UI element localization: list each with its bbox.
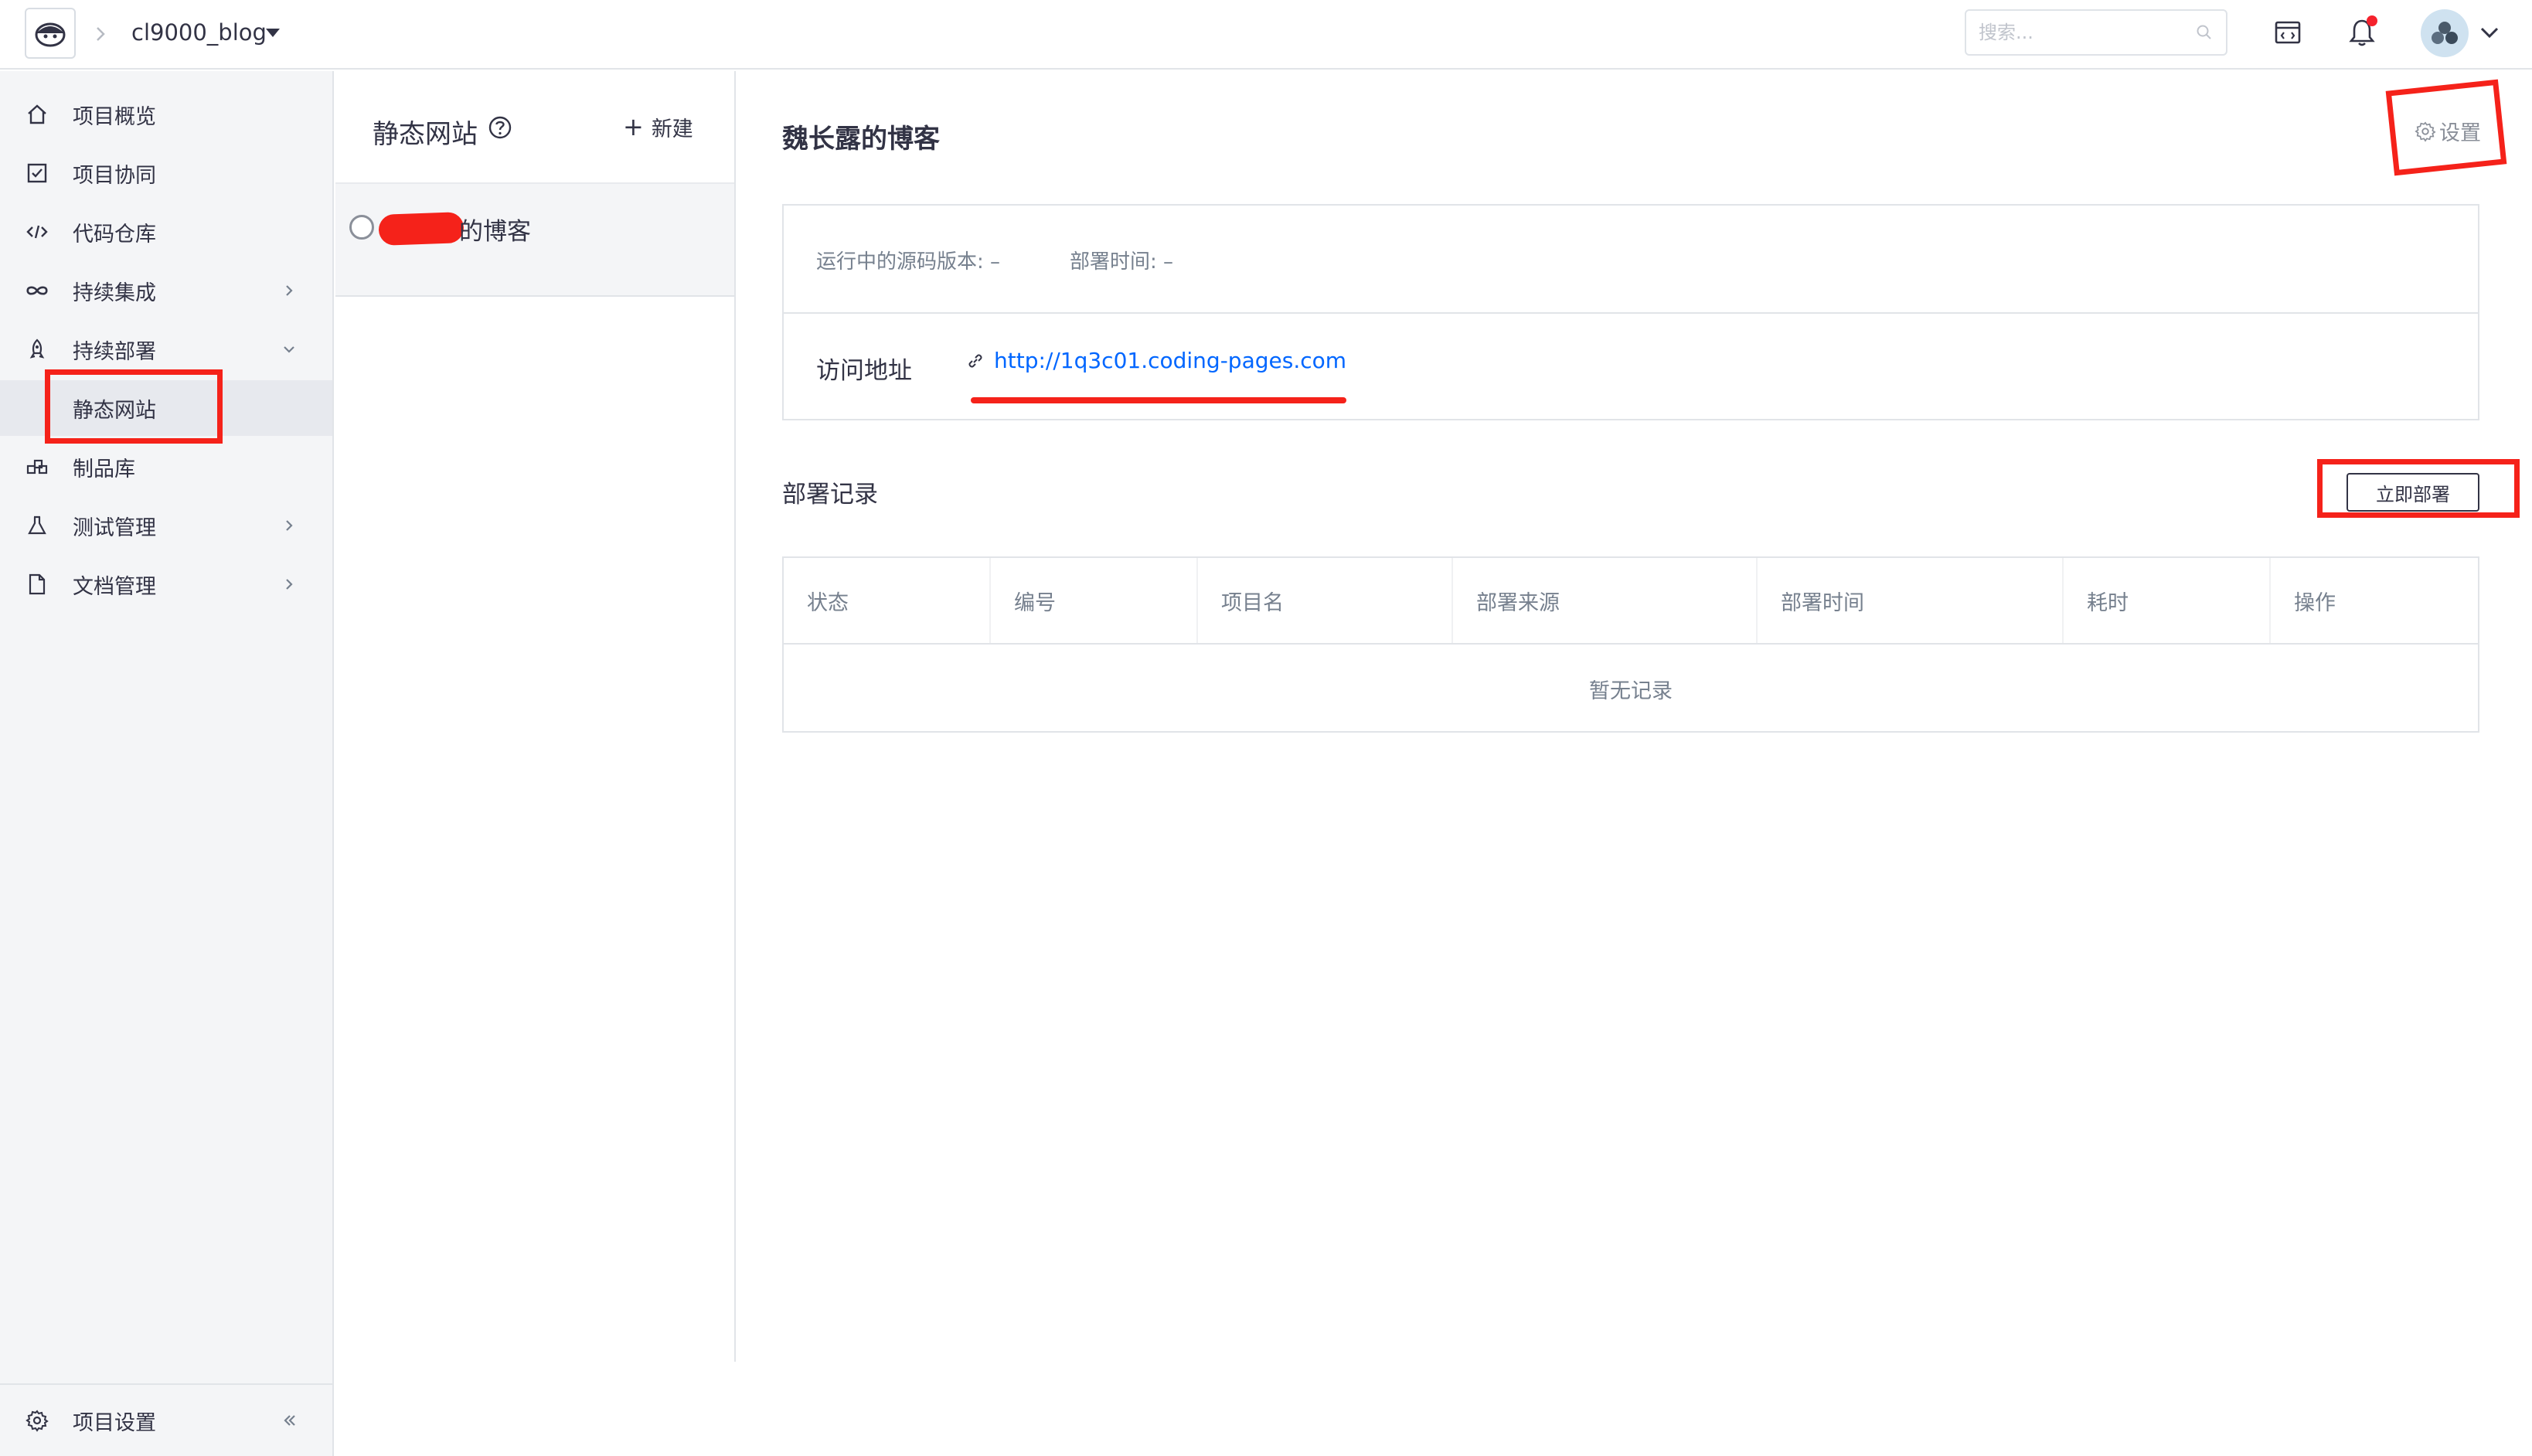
column-header: 项目名	[1198, 558, 1453, 643]
page-title: 魏长露的博客	[782, 124, 940, 155]
main-content: 魏长露的博客 设置 运行中的源码版本: – 部署时间: – 访问地址 http:…	[737, 71, 2532, 1456]
nav-bottom: 项目设置	[0, 1383, 332, 1456]
left-nav: 项目概览 项目协同 代码仓库 持续集成 持续部署 静态网站 制品库 测试管理 文…	[0, 71, 334, 1456]
nav-item-overview[interactable]: 项目概览	[0, 87, 332, 142]
caret-down-icon[interactable]	[264, 26, 281, 39]
help-icon[interactable]	[487, 114, 513, 141]
site-info-card: 运行中的源码版本: – 部署时间: – 访问地址 http://1q3c01.c…	[782, 204, 2479, 420]
nav-label: 静态网站	[73, 398, 156, 423]
column-header: 部署时间	[1758, 558, 2064, 643]
link-icon	[968, 354, 982, 367]
file-icon	[25, 572, 49, 597]
site-url-text: http://1q3c01.coding-pages.com	[994, 348, 1347, 373]
logo-icon	[35, 22, 66, 47]
nav-label: 测试管理	[73, 515, 156, 540]
column-header: 操作	[2294, 590, 2336, 615]
workspace-icon	[2275, 21, 2301, 44]
nav-label: 制品库	[73, 457, 135, 481]
search-box[interactable]	[1965, 9, 2227, 56]
column-header: 编号	[991, 558, 1198, 643]
code-icon	[25, 219, 49, 244]
address-label: 访问地址	[816, 357, 912, 385]
infinity-icon	[25, 278, 49, 303]
home-icon	[25, 102, 49, 127]
nav-label: 代码仓库	[73, 222, 156, 247]
rocket-icon	[25, 337, 49, 362]
nav-item-cd[interactable]: 持续部署	[0, 321, 332, 377]
nav-label: 项目设置	[73, 1410, 156, 1435]
app-root: cl9000_blog 搜索... 项目概览 项目协同 代码仓库 持续集成 持续…	[0, 0, 2532, 1456]
nav-item-collaboration[interactable]: 项目协同	[0, 145, 332, 201]
notification-button[interactable]	[2343, 14, 2381, 51]
workspace-button[interactable]	[2269, 14, 2306, 51]
annotation-underline	[971, 397, 1346, 403]
nav-item-static-site[interactable]: 静态网站	[0, 380, 332, 436]
new-site-label: 新建	[651, 117, 693, 141]
source-version-label: 运行中的源码版本:	[816, 250, 984, 274]
gear-icon	[25, 1408, 49, 1433]
nav-label: 项目概览	[73, 104, 156, 129]
coding-logo[interactable]	[25, 8, 76, 59]
search-icon[interactable]	[2195, 23, 2214, 42]
breadcrumb-separator-icon	[97, 27, 105, 41]
chevron-right-icon	[286, 285, 293, 296]
gear-icon	[2415, 121, 2436, 142]
column-header: 耗时	[2064, 558, 2271, 643]
checkbox-icon	[25, 161, 49, 185]
deploy-time-label: 部署时间:	[1070, 250, 1157, 274]
address-row: 访问地址 http://1q3c01.coding-pages.com	[784, 315, 2478, 420]
deploy-time-value: –	[1163, 250, 1174, 274]
table-header: 状态 编号 项目名 部署来源 部署时间 耗时 操作	[784, 558, 2478, 645]
site-url-link[interactable]: http://1q3c01.coding-pages.com	[966, 348, 1346, 373]
new-site-button[interactable]: + 新建	[623, 111, 693, 142]
column-header: 状态	[784, 558, 991, 643]
empty-state: 暂无记录	[1589, 679, 1673, 703]
nav-item-artifacts[interactable]: 制品库	[0, 439, 332, 495]
top-bar: cl9000_blog	[0, 0, 2532, 70]
nav-label: 持续部署	[73, 339, 156, 364]
package-icon	[25, 454, 49, 479]
notification-dot	[2367, 15, 2377, 26]
site-name: 的博客	[459, 218, 531, 246]
chevron-right-icon	[286, 579, 293, 590]
settings-button[interactable]: 设置	[2415, 116, 2481, 146]
deploy-time: 部署时间: –	[1070, 246, 1173, 274]
source-version: 运行中的源码版本: –	[816, 246, 1000, 274]
chevron-down-icon[interactable]	[2479, 25, 2500, 40]
avatar[interactable]	[2421, 9, 2469, 57]
nav-item-project-settings[interactable]: 项目设置	[0, 1393, 332, 1448]
nav-label: 文档管理	[73, 574, 156, 599]
site-radio[interactable]	[349, 215, 374, 240]
nav-item-code-repo[interactable]: 代码仓库	[0, 204, 332, 260]
avatar-image-icon	[2432, 22, 2458, 44]
settings-label: 设置	[2439, 121, 2481, 145]
nav-label: 持续集成	[73, 281, 156, 305]
chevron-down-icon	[284, 346, 294, 353]
site-list-panel: 静态网站 + 新建 的博客	[335, 71, 736, 1362]
search-input[interactable]	[1979, 11, 2180, 54]
chevron-right-icon	[286, 520, 293, 531]
site-list-item[interactable]: 的博客	[335, 182, 734, 297]
deploy-records-title: 部署记录	[782, 481, 878, 509]
nav-label: 项目协同	[73, 163, 156, 188]
nav-item-test[interactable]: 测试管理	[0, 498, 332, 553]
site-list-title: 静态网站	[373, 119, 478, 150]
deploy-status-row: 运行中的源码版本: – 部署时间: –	[784, 206, 2478, 314]
nav-item-docs[interactable]: 文档管理	[0, 556, 332, 612]
nav-item-ci[interactable]: 持续集成	[0, 263, 332, 318]
deploy-now-button[interactable]: 立即部署	[2347, 473, 2479, 512]
flask-icon	[25, 513, 49, 538]
plus-icon: +	[623, 112, 644, 141]
collapse-icon[interactable]	[280, 1411, 298, 1430]
source-version-value: –	[990, 250, 1001, 274]
column-header: 部署来源	[1453, 558, 1758, 643]
deploy-records-table: 状态 编号 项目名 部署来源 部署时间 耗时 操作 暂无记录	[782, 556, 2479, 733]
project-name[interactable]: cl9000_blog	[131, 15, 267, 49]
